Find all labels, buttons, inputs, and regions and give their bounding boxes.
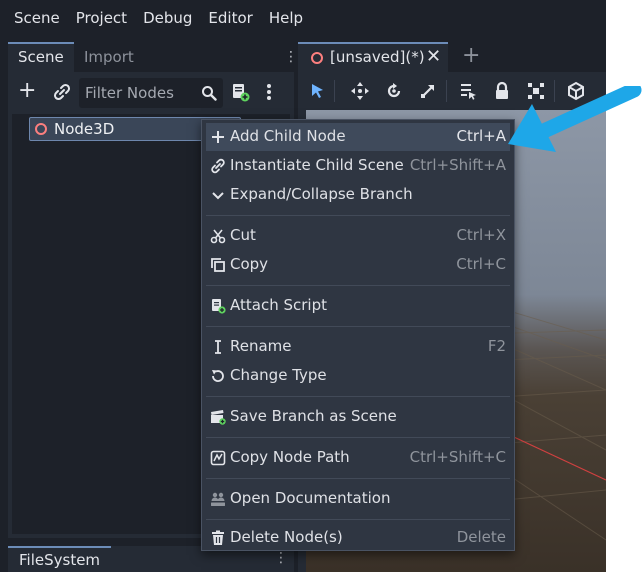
tab-unsaved-scene[interactable]: [unsaved](*) ✕ bbox=[298, 42, 448, 72]
toolbar-separator bbox=[334, 80, 335, 102]
menu-separator bbox=[206, 478, 510, 479]
filter-nodes-box bbox=[79, 78, 223, 108]
link-icon bbox=[53, 83, 71, 101]
menu-item-label: Cut bbox=[230, 226, 256, 244]
menu-item-rename[interactable]: Rename F2 bbox=[206, 333, 510, 361]
menu-separator bbox=[206, 437, 510, 438]
rotate-tool-icon[interactable] bbox=[384, 81, 404, 101]
menu-item-expand-collapse-branch[interactable]: Expand/Collapse Branch bbox=[206, 181, 510, 209]
annotation-arrow-icon bbox=[508, 86, 642, 152]
menu-separator bbox=[206, 285, 510, 286]
menu-item-shortcut: Ctrl+A bbox=[456, 127, 506, 145]
menubar: Scene Project Debug Editor Help bbox=[0, 0, 606, 36]
rotate-icon bbox=[212, 370, 224, 382]
filter-nodes-input[interactable] bbox=[85, 78, 191, 108]
menu-help[interactable]: Help bbox=[261, 9, 311, 27]
menu-item-label: Rename bbox=[230, 337, 292, 355]
link-icon bbox=[211, 158, 225, 174]
instantiate-scene-button[interactable] bbox=[52, 82, 72, 102]
menu-item-label: Instantiate Child Scene bbox=[230, 156, 404, 174]
scene-tabs: [unsaved](*) ✕ + bbox=[298, 42, 606, 72]
search-icon bbox=[202, 86, 217, 101]
menu-item-shortcut: Delete bbox=[456, 528, 506, 546]
menu-item-label: Change Type bbox=[230, 366, 327, 384]
menu-item-label: Copy Node Path bbox=[230, 448, 350, 466]
trash-icon bbox=[212, 530, 224, 545]
menu-item-copy[interactable]: Copy Ctrl+C bbox=[206, 251, 510, 279]
documentation-icon bbox=[211, 492, 225, 506]
menu-item-change-type[interactable]: Change Type bbox=[206, 362, 510, 390]
menu-debug[interactable]: Debug bbox=[135, 9, 200, 27]
menu-item-label: Expand/Collapse Branch bbox=[230, 185, 413, 203]
attach-script-icon bbox=[233, 84, 250, 102]
menu-item-shortcut: Ctrl+Shift+A bbox=[409, 156, 506, 174]
menu-separator bbox=[206, 519, 510, 520]
menu-separator bbox=[206, 396, 510, 397]
toolbar-separator bbox=[446, 80, 447, 102]
plus-icon bbox=[212, 131, 224, 143]
menu-item-label: Copy bbox=[230, 255, 269, 273]
scene-dock-kebab-icon[interactable] bbox=[265, 82, 273, 102]
menu-separator bbox=[206, 326, 510, 327]
attach-script-button[interactable] bbox=[230, 82, 250, 102]
menu-item-label: Delete Node(s) bbox=[230, 528, 343, 546]
menu-item-label: Attach Script bbox=[230, 296, 327, 314]
tab-filesystem[interactable]: FileSystem bbox=[8, 546, 112, 572]
copy-icon bbox=[211, 258, 225, 272]
menu-item-delete-nodes[interactable]: Delete Node(s) Delete bbox=[206, 524, 510, 552]
move-tool-icon[interactable] bbox=[350, 81, 370, 101]
select-tool-icon[interactable] bbox=[308, 81, 328, 101]
menu-item-label: Add Child Node bbox=[230, 127, 346, 145]
scene-tab-label: [unsaved](*) bbox=[330, 48, 425, 66]
filesystem-menu-icon[interactable]: ⋮ bbox=[274, 550, 288, 566]
menu-item-label: Save Branch as Scene bbox=[230, 407, 397, 425]
menu-item-open-documentation[interactable]: Open Documentation bbox=[206, 485, 510, 513]
node3d-icon bbox=[35, 123, 47, 135]
attach-script-icon bbox=[212, 299, 226, 314]
menu-scene[interactable]: Scene bbox=[6, 9, 68, 27]
scissors-icon bbox=[210, 229, 226, 244]
context-menu: Add Child Node Ctrl+A Instantiate Child … bbox=[201, 119, 515, 551]
menu-item-save-branch-as-scene[interactable]: Save Branch as Scene bbox=[206, 403, 510, 431]
text-cursor-icon bbox=[215, 340, 221, 354]
tab-import[interactable]: Import bbox=[74, 42, 144, 72]
menu-project[interactable]: Project bbox=[68, 9, 135, 27]
menu-item-attach-script[interactable]: Attach Script bbox=[206, 292, 510, 320]
node3d-icon bbox=[311, 52, 323, 64]
scene-dock-tabs: Scene Import ⋮ bbox=[8, 42, 298, 72]
close-tab-icon[interactable]: ✕ bbox=[426, 46, 441, 67]
clapperboard-icon bbox=[211, 410, 226, 425]
chevron-down-icon bbox=[212, 192, 224, 200]
tab-scene[interactable]: Scene bbox=[8, 42, 74, 72]
menu-item-shortcut: Ctrl+C bbox=[456, 255, 506, 273]
list-select-icon[interactable] bbox=[458, 81, 478, 101]
menu-item-instantiate-child-scene[interactable]: Instantiate Child Scene Ctrl+Shift+A bbox=[206, 152, 510, 180]
menu-item-shortcut: Ctrl+X bbox=[456, 226, 506, 244]
dock-menu-icon[interactable]: ⋮ bbox=[284, 48, 298, 66]
menu-item-shortcut: Ctrl+Shift+C bbox=[409, 448, 506, 466]
scene-toolbar: + bbox=[8, 72, 294, 112]
menu-item-cut[interactable]: Cut Ctrl+X bbox=[206, 222, 510, 250]
menu-item-label: Open Documentation bbox=[230, 489, 391, 507]
menu-editor[interactable]: Editor bbox=[200, 9, 260, 27]
node3d-label: Node3D bbox=[54, 120, 115, 138]
new-tab-button[interactable]: + bbox=[462, 44, 480, 68]
menu-item-add-child-node[interactable]: Add Child Node Ctrl+A bbox=[206, 123, 510, 151]
add-node-button[interactable]: + bbox=[18, 80, 36, 102]
menu-item-copy-node-path[interactable]: Copy Node Path Ctrl+Shift+C bbox=[206, 444, 510, 472]
scale-tool-icon[interactable] bbox=[418, 81, 438, 101]
node-path-icon bbox=[210, 450, 226, 466]
menu-item-shortcut: F2 bbox=[487, 337, 506, 355]
menu-separator bbox=[206, 215, 510, 216]
